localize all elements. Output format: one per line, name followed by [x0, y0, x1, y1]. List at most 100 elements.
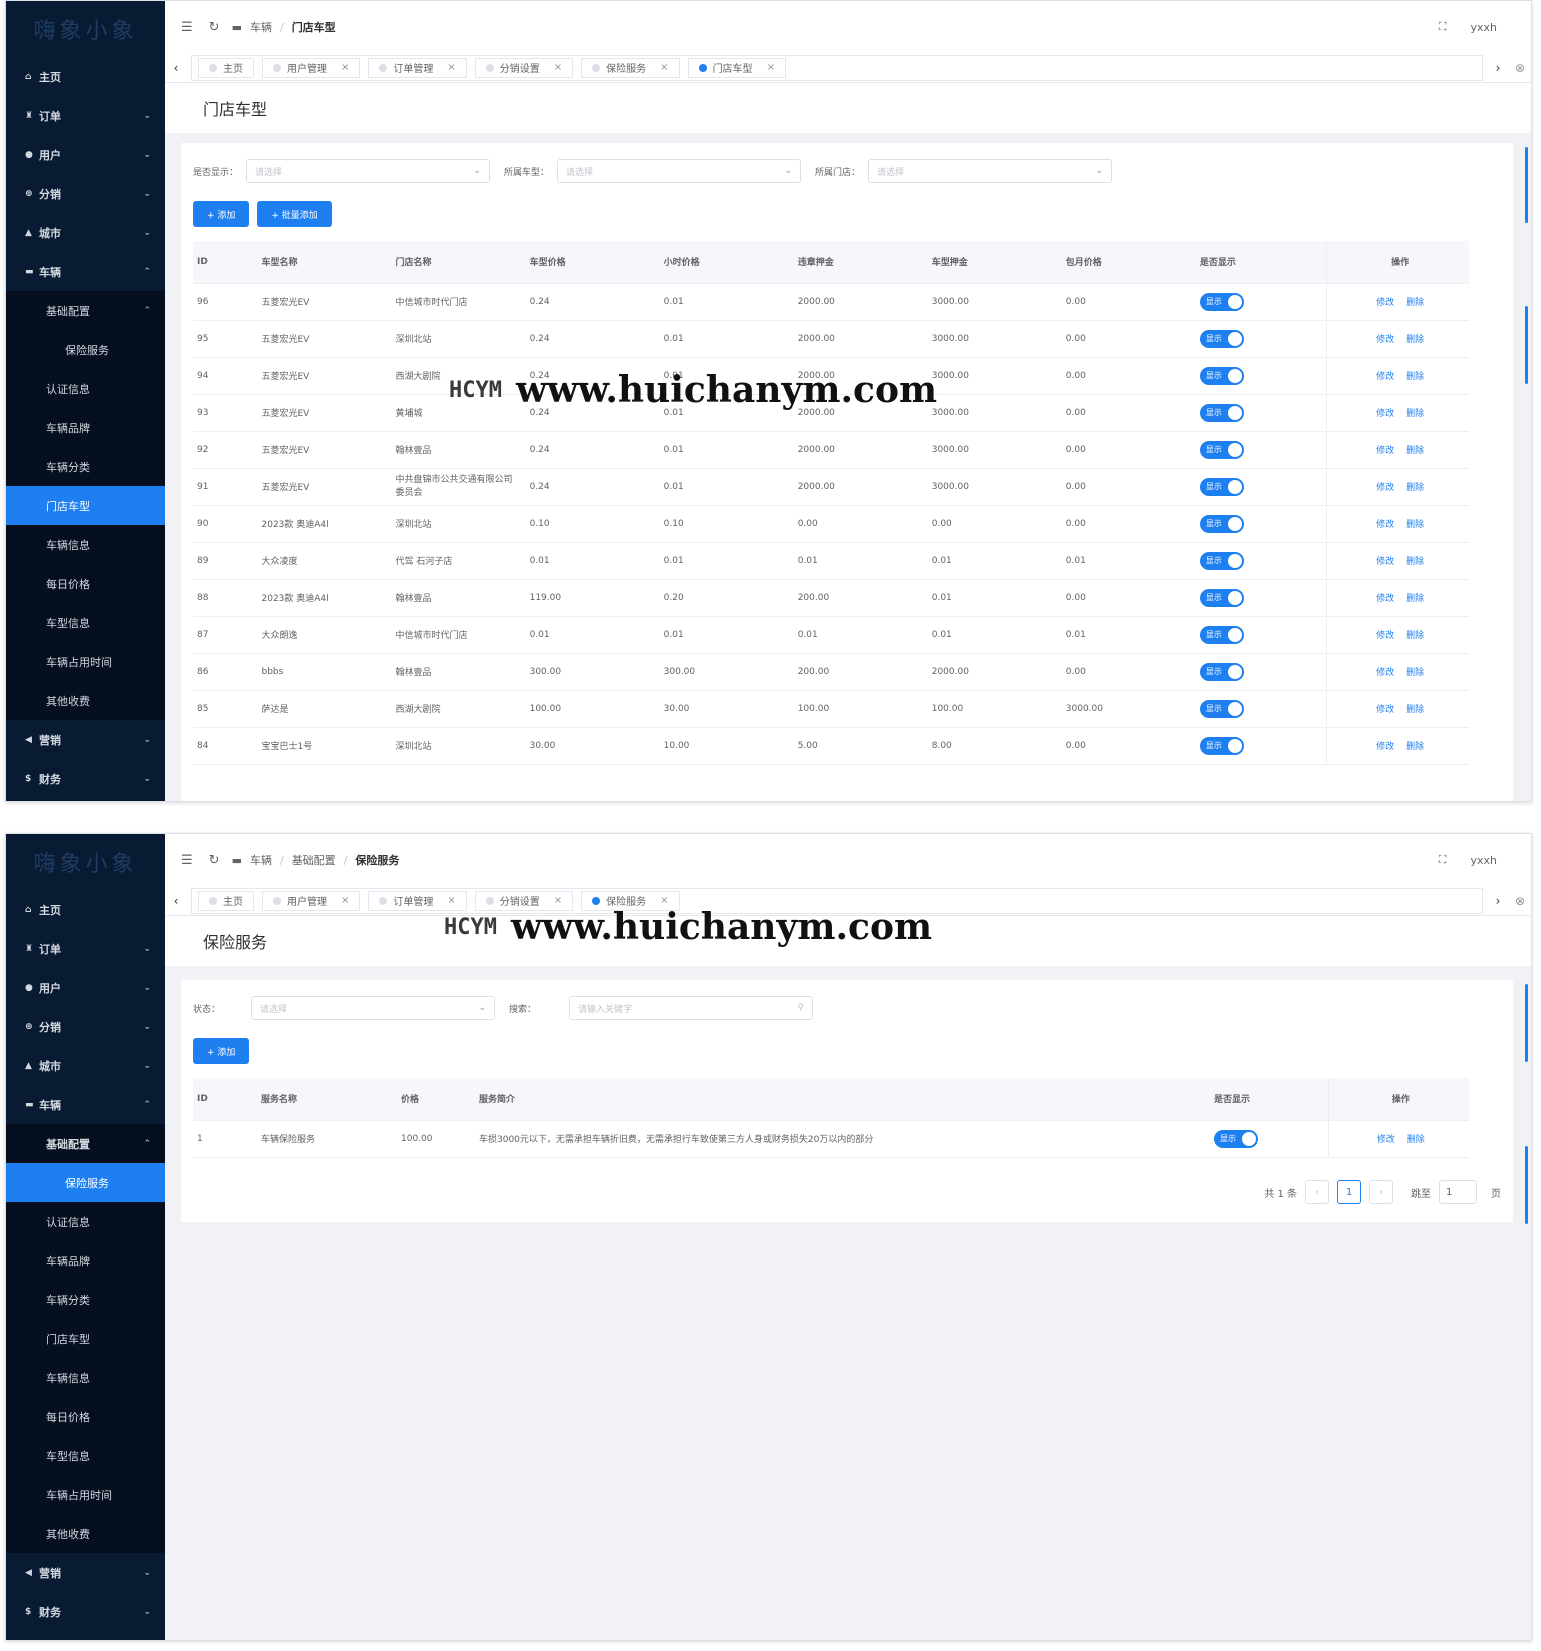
sidebar-item[interactable]: 基础配置 ⌃: [6, 1124, 165, 1163]
sidebar-item[interactable]: ⊕ 分销 ⌄: [6, 174, 165, 213]
close-icon[interactable]: ×: [554, 62, 562, 73]
sidebar-item[interactable]: ◀ 营销 ⌄: [6, 720, 165, 759]
tab-item[interactable]: 用户管理 ×: [262, 890, 361, 911]
edit-link[interactable]: 修改: [1376, 557, 1394, 567]
edit-link[interactable]: 修改: [1376, 594, 1394, 604]
display-switch[interactable]: 显示: [1199, 403, 1244, 422]
edit-link[interactable]: 修改: [1376, 372, 1394, 382]
sidebar-item[interactable]: ⊕ 分销 ⌄: [6, 1007, 165, 1046]
sidebar-item[interactable]: 车辆信息: [6, 1358, 165, 1397]
sidebar-item[interactable]: 车辆占用时间: [6, 642, 165, 681]
scrollbar-thumb[interactable]: [1525, 147, 1528, 223]
delete-link[interactable]: 删除: [1406, 409, 1424, 419]
sidebar-item[interactable]: ♜ 订单 ⌄: [6, 929, 165, 968]
close-icon[interactable]: ×: [341, 895, 349, 906]
store-select[interactable]: 请选择 ⌄: [868, 159, 1113, 183]
delete-link[interactable]: 删除: [1407, 1135, 1425, 1145]
display-switch[interactable]: 显示: [1199, 329, 1244, 348]
breadcrumb-item[interactable]: 车辆: [250, 19, 272, 35]
delete-link[interactable]: 删除: [1406, 557, 1424, 567]
display-select[interactable]: 请选择 ⌄: [246, 159, 491, 183]
sidebar-item[interactable]: $ 财务 ⌄: [6, 1592, 165, 1631]
next-page-button[interactable]: ›: [1369, 1180, 1393, 1204]
delete-link[interactable]: 删除: [1406, 335, 1424, 345]
tabs-scroll-left-icon[interactable]: ‹: [165, 894, 187, 908]
edit-link[interactable]: 修改: [1376, 409, 1394, 419]
sidebar-item[interactable]: 其他收费: [6, 681, 165, 720]
tab-item[interactable]: 门店车型 ×: [687, 57, 786, 78]
sidebar-item[interactable]: ● 用户 ⌄: [6, 135, 165, 174]
delete-link[interactable]: 删除: [1406, 483, 1424, 493]
sidebar-item[interactable]: 基础配置 ⌃: [6, 291, 165, 330]
sidebar-item[interactable]: ♜ 订单 ⌄: [6, 96, 165, 135]
close-icon[interactable]: ×: [447, 895, 455, 906]
display-switch[interactable]: 显示: [1199, 366, 1244, 385]
delete-link[interactable]: 删除: [1406, 631, 1424, 641]
display-switch[interactable]: 显示: [1214, 1129, 1258, 1148]
sidebar-item[interactable]: 其他收费: [6, 1514, 165, 1553]
search-input[interactable]: 请输入关键字 ⚲: [569, 996, 813, 1020]
page-number-button[interactable]: 1: [1337, 1180, 1361, 1204]
sidebar-item[interactable]: 车辆品牌: [6, 408, 165, 447]
sidebar-item[interactable]: 车辆占用时间: [6, 1475, 165, 1514]
edit-link[interactable]: 修改: [1376, 668, 1394, 678]
sidebar-item[interactable]: 保险服务: [6, 330, 165, 369]
scrollbar-thumb[interactable]: [1525, 306, 1528, 384]
edit-link[interactable]: 修改: [1376, 742, 1394, 752]
sidebar-item[interactable]: 车辆信息: [6, 525, 165, 564]
edit-link[interactable]: 修改: [1376, 335, 1394, 345]
edit-link[interactable]: 修改: [1376, 705, 1394, 715]
sidebar-item[interactable]: 车辆品牌: [6, 1241, 165, 1280]
sidebar-item[interactable]: 车型信息: [6, 1436, 165, 1475]
sidebar-item[interactable]: 门店车型: [6, 486, 165, 525]
sidebar-item[interactable]: 认证信息: [6, 1202, 165, 1241]
menu-toggle-icon[interactable]: ☰: [181, 853, 193, 868]
jump-page-input[interactable]: 1: [1439, 1180, 1477, 1204]
sidebar-item[interactable]: ● 用户 ⌄: [6, 968, 165, 1007]
tab-item[interactable]: 主页: [198, 57, 254, 78]
delete-link[interactable]: 删除: [1406, 705, 1424, 715]
scrollbar-thumb[interactable]: [1525, 984, 1528, 1062]
sidebar-item[interactable]: 保险服务: [6, 1163, 165, 1202]
close-icon[interactable]: ×: [767, 62, 775, 73]
user-name[interactable]: yxxh: [1470, 21, 1497, 34]
sidebar-item[interactable]: 车型信息: [6, 603, 165, 642]
sidebar-item[interactable]: 车辆分类: [6, 447, 165, 486]
edit-link[interactable]: 修改: [1376, 631, 1394, 641]
close-icon[interactable]: ×: [660, 62, 668, 73]
tab-item[interactable]: 订单管理 ×: [368, 57, 467, 78]
sidebar-item[interactable]: ⌂ 主页: [6, 890, 165, 929]
sidebar-item[interactable]: 认证信息: [6, 369, 165, 408]
close-icon[interactable]: ×: [554, 895, 562, 906]
status-select[interactable]: 请选择 ⌄: [251, 996, 495, 1020]
display-switch[interactable]: 显示: [1199, 588, 1244, 607]
tab-item[interactable]: 分销设置 ×: [474, 57, 574, 78]
sidebar-item[interactable]: ⌂ 主页: [6, 57, 165, 96]
display-switch[interactable]: 显示: [1199, 440, 1244, 459]
sidebar-item[interactable]: $ 财务 ⌄: [6, 759, 165, 798]
display-switch[interactable]: 显示: [1199, 477, 1244, 496]
tabs-scroll-right-icon[interactable]: ›: [1487, 894, 1509, 908]
sidebar-item[interactable]: ▲ 城市 ⌄: [6, 1046, 165, 1085]
display-switch[interactable]: 显示: [1199, 514, 1244, 533]
add-button[interactable]: + 添加: [193, 1038, 250, 1064]
search-icon[interactable]: ⚲: [797, 1003, 804, 1013]
edit-link[interactable]: 修改: [1377, 1135, 1395, 1145]
sidebar-item[interactable]: 每日价格: [6, 564, 165, 603]
display-switch[interactable]: 显示: [1199, 551, 1244, 570]
display-switch[interactable]: 显示: [1199, 736, 1244, 755]
add-button[interactable]: + 添加: [193, 201, 250, 227]
fullscreen-icon[interactable]: ⛶: [1439, 853, 1447, 867]
tab-item[interactable]: 保险服务 ×: [581, 890, 680, 911]
close-icon[interactable]: ×: [341, 62, 349, 73]
edit-link[interactable]: 修改: [1376, 446, 1394, 456]
tab-item[interactable]: 分销设置 ×: [474, 890, 574, 911]
delete-link[interactable]: 删除: [1406, 594, 1424, 604]
close-icon[interactable]: ×: [447, 62, 455, 73]
vehicle-type-select[interactable]: 请选择 ⌄: [557, 159, 802, 183]
tab-item[interactable]: 用户管理 ×: [262, 57, 361, 78]
fullscreen-icon[interactable]: ⛶: [1439, 20, 1447, 34]
tab-item[interactable]: 保险服务 ×: [581, 57, 680, 78]
delete-link[interactable]: 删除: [1406, 742, 1424, 752]
edit-link[interactable]: 修改: [1376, 298, 1394, 308]
